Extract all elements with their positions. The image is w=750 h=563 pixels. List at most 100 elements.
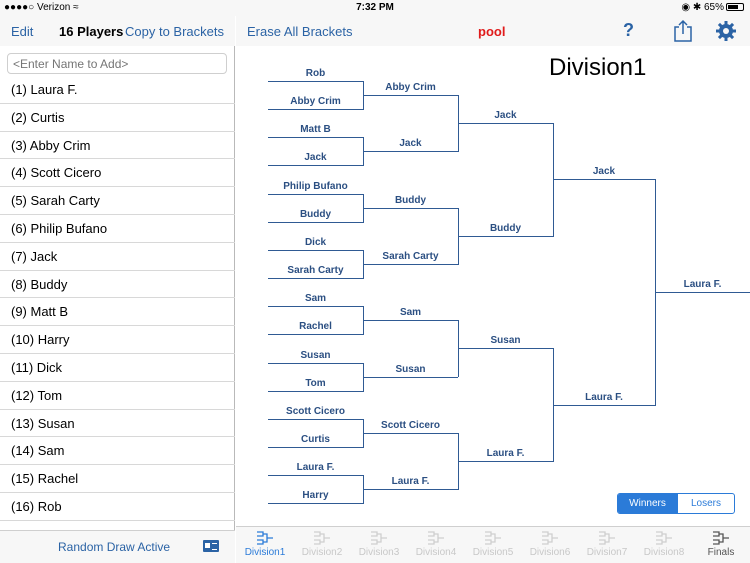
bracket-slot-round1[interactable]: Buddy xyxy=(268,209,363,220)
bracket-line xyxy=(458,348,553,350)
player-panel: Edit 16 Players Copy to Brackets (1) Lau… xyxy=(0,16,235,563)
bracket-line xyxy=(268,193,363,195)
tab-division-6[interactable]: Division6 xyxy=(521,529,579,558)
tab-division-4[interactable]: Division4 xyxy=(407,529,465,558)
bracket-line xyxy=(268,81,363,82)
edit-button[interactable]: Edit xyxy=(11,24,33,39)
help-button[interactable]: ? xyxy=(623,20,634,41)
bracket-line xyxy=(268,390,363,392)
bracket-line xyxy=(268,503,363,505)
division-tab-bar: Division1 Division2 Division3 Division4 Divi… xyxy=(236,526,750,563)
add-player-input[interactable] xyxy=(7,53,227,74)
player-list-item[interactable]: (12) Tom xyxy=(0,382,235,410)
bracket-icon xyxy=(314,531,330,545)
bracket-slot-round2[interactable]: Sam xyxy=(363,307,458,318)
bracket-slot-round2[interactable]: Buddy xyxy=(363,195,458,206)
bracket-icon xyxy=(428,531,444,545)
player-list-item[interactable]: (8) Buddy xyxy=(0,271,235,299)
bracket-line xyxy=(363,263,458,265)
bracket-slot-round1[interactable]: Rob xyxy=(268,68,363,79)
losers-segment[interactable]: Losers xyxy=(677,494,734,513)
random-draw-button[interactable]: Random Draw Active xyxy=(58,540,170,554)
bracket-line xyxy=(268,277,363,279)
bracket-slot-round2[interactable]: Scott Cicero xyxy=(363,420,458,431)
bracket-slot-round3[interactable]: Laura F. xyxy=(458,448,553,459)
bracket-slot-round2[interactable]: Laura F. xyxy=(363,476,458,487)
player-list-item[interactable]: (14) Sam xyxy=(0,437,235,466)
bracket-line xyxy=(458,235,553,237)
pool-title: pool xyxy=(478,24,506,39)
tab-label: Division4 xyxy=(415,547,457,558)
bracket-slot-round1[interactable]: Sarah Carty xyxy=(268,265,363,276)
contact-card-icon[interactable] xyxy=(203,540,219,552)
player-list-item[interactable]: (4) Scott Cicero xyxy=(0,159,235,188)
player-list-item[interactable]: (1) Laura F. xyxy=(0,76,235,104)
tab-finals[interactable]: Finals xyxy=(692,529,750,558)
bracket-slot-round2[interactable]: Sarah Carty xyxy=(363,251,458,262)
tab-division-3[interactable]: Division3 xyxy=(350,529,408,558)
player-list-item[interactable]: (16) Rob xyxy=(0,493,235,521)
bracket-slot-round1[interactable]: Philip Bufano xyxy=(268,181,363,192)
bracket-line xyxy=(363,432,458,434)
bracket-line xyxy=(363,95,458,96)
player-list-item[interactable]: (2) Curtis xyxy=(0,104,235,132)
bracket-line xyxy=(655,292,750,294)
bracket-icon xyxy=(485,531,501,545)
bracket-slot-round2[interactable]: Abby Crim xyxy=(363,82,458,93)
player-list-item[interactable]: (9) Matt B xyxy=(0,298,235,327)
player-list-item[interactable]: (3) Abby Crim xyxy=(0,132,235,160)
tab-division-1[interactable]: Division1 xyxy=(236,529,294,558)
player-list-item[interactable]: (10) Harry xyxy=(0,326,235,354)
player-panel-footer: Random Draw Active xyxy=(0,530,235,563)
copy-to-brackets-button[interactable]: Copy to Brackets xyxy=(125,24,224,39)
tab-division-8[interactable]: Division8 xyxy=(635,529,693,558)
bracket-slot-round3[interactable]: Buddy xyxy=(458,223,553,234)
player-list-item[interactable]: (5) Sarah Carty xyxy=(0,187,235,215)
bracket-champion[interactable]: Laura F. xyxy=(655,279,750,290)
winners-segment[interactable]: Winners xyxy=(618,494,677,513)
tab-label: Finals xyxy=(707,547,735,558)
settings-gear-icon[interactable] xyxy=(715,20,737,42)
player-list: (1) Laura F. (2) Curtis (3) Abby Crim (4) S… xyxy=(0,76,235,521)
bracket-slot-round1[interactable]: Scott Cicero xyxy=(268,406,363,417)
bracket-line xyxy=(268,306,363,308)
bracket-slot-round1[interactable]: Dick xyxy=(268,237,363,248)
tab-label: Division7 xyxy=(586,547,628,558)
tab-label: Division8 xyxy=(643,547,685,558)
share-icon[interactable] xyxy=(672,19,694,43)
player-list-item[interactable]: (13) Susan xyxy=(0,410,235,438)
bracket-line xyxy=(553,404,655,406)
tab-division-5[interactable]: Division5 xyxy=(464,529,522,558)
tab-division-2[interactable]: Division2 xyxy=(293,529,351,558)
erase-all-brackets-button[interactable]: Erase All Brackets xyxy=(247,24,353,39)
bracket-slot-round1[interactable]: Rachel xyxy=(268,321,363,332)
bracket-slot-round1[interactable]: Abby Crim xyxy=(268,96,363,107)
bracket-slot-round1[interactable]: Tom xyxy=(268,378,363,389)
bracket-slot-round1[interactable]: Matt B xyxy=(268,124,363,135)
bracket-slot-round1[interactable]: Susan xyxy=(268,350,363,361)
player-list-item[interactable]: (15) Rachel xyxy=(0,465,235,493)
bracket-line xyxy=(268,362,363,364)
bracket-slot-round1[interactable]: Laura F. xyxy=(268,462,363,473)
bracket-slot-round1[interactable]: Curtis xyxy=(268,434,363,445)
player-list-item[interactable]: (11) Dick xyxy=(0,354,235,382)
bracket-slot-round1[interactable]: Sam xyxy=(268,293,363,304)
bracket-line xyxy=(268,475,363,477)
player-list-item[interactable]: (7) Jack xyxy=(0,243,235,271)
tab-label: Division3 xyxy=(358,547,400,558)
bracket-slot-round4[interactable]: Jack xyxy=(553,166,655,177)
bracket-slot-round1[interactable]: Jack xyxy=(268,152,363,163)
tab-division-7[interactable]: Division7 xyxy=(578,529,636,558)
tab-label: Division6 xyxy=(529,547,571,558)
player-list-item[interactable]: (6) Philip Bufano xyxy=(0,215,235,243)
bracket-line xyxy=(268,418,363,420)
bracket-icon xyxy=(599,531,615,545)
bracket-line xyxy=(363,489,458,491)
bracket-slot-round3[interactable]: Jack xyxy=(458,110,553,121)
bracket-slot-round4[interactable]: Laura F. xyxy=(553,392,655,403)
bracket-slot-round1[interactable]: Harry xyxy=(268,490,363,501)
bracket-slot-round3[interactable]: Susan xyxy=(458,335,553,346)
bracket-slot-round2[interactable]: Jack xyxy=(363,138,458,149)
division-title: Division1 xyxy=(549,54,647,81)
bracket-slot-round2[interactable]: Susan xyxy=(363,364,458,375)
